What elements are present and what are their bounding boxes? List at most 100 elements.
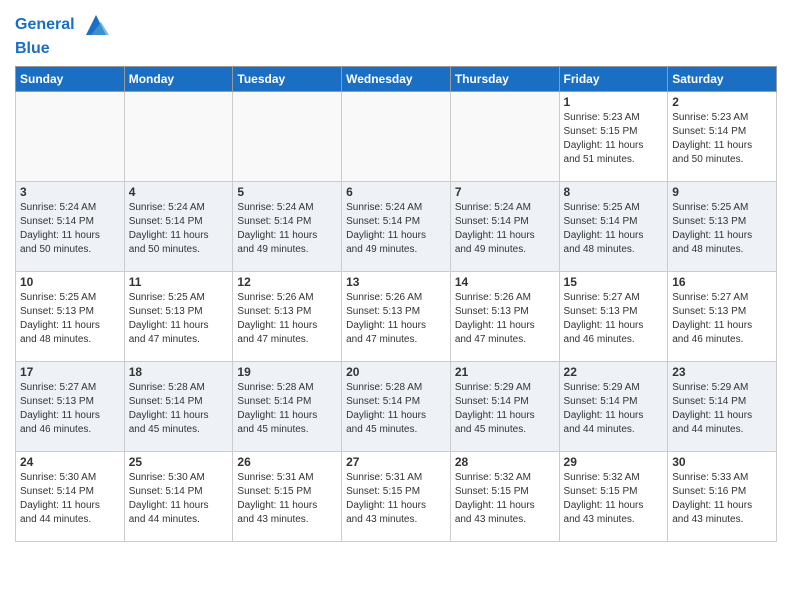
col-header-thursday: Thursday (450, 66, 559, 91)
day-info: Sunrise: 5:23 AM Sunset: 5:14 PM Dayligh… (672, 111, 772, 167)
day-info: Sunrise: 5:33 AM Sunset: 5:16 PM Dayligh… (672, 471, 772, 527)
calendar-cell (16, 91, 125, 181)
calendar-cell: 7Sunrise: 5:24 AM Sunset: 5:14 PM Daylig… (450, 181, 559, 271)
logo-text: General (15, 10, 111, 40)
day-number: 14 (455, 275, 555, 289)
day-info: Sunrise: 5:25 AM Sunset: 5:13 PM Dayligh… (20, 291, 120, 347)
calendar-cell: 27 Sunrise: 5:31 AM Sunset: 5:15 PM Dayli… (342, 451, 451, 541)
day-info: Sunrise: 5:25 AM Sunset: 5:14 PM Dayligh… (564, 201, 664, 257)
day-number: 26 (237, 455, 337, 469)
calendar-cell: 19 Sunrise: 5:28 AM Sunset: 5:14 PM Dayli… (233, 361, 342, 451)
day-number: 24 (20, 455, 120, 469)
day-info: Sunrise: 5:29 AM Sunset: 5:14 PM Dayligh… (455, 381, 555, 437)
day-number: 28 (455, 455, 555, 469)
day-number: 8 (564, 185, 664, 199)
calendar-cell: 20 Sunrise: 5:28 AM Sunset: 5:14 PM Dayli… (342, 361, 451, 451)
day-number: 29 (564, 455, 664, 469)
calendar-cell: 3 Sunrise: 5:24 AM Sunset: 5:14 PM Daylig… (16, 181, 125, 271)
calendar-cell: 22Sunrise: 5:29 AM Sunset: 5:14 PM Dayli… (559, 361, 668, 451)
week-row-1: 1Sunrise: 5:23 AM Sunset: 5:15 PM Daylig… (16, 91, 777, 181)
calendar-cell: 30Sunrise: 5:33 AM Sunset: 5:16 PM Dayli… (668, 451, 777, 541)
day-info: Sunrise: 5:28 AM Sunset: 5:14 PM Dayligh… (237, 381, 337, 437)
calendar-cell: 18 Sunrise: 5:28 AM Sunset: 5:14 PM Dayli… (124, 361, 233, 451)
calendar-cell: 4 Sunrise: 5:24 AM Sunset: 5:14 PM Daylig… (124, 181, 233, 271)
day-number: 21 (455, 365, 555, 379)
calendar-cell: 25 Sunrise: 5:30 AM Sunset: 5:14 PM Dayli… (124, 451, 233, 541)
day-number: 2 (672, 95, 772, 109)
day-number: 10 (20, 275, 120, 289)
calendar-cell: 15 Sunrise: 5:27 AM Sunset: 5:13 PM Dayli… (559, 271, 668, 361)
week-row-5: 24 Sunrise: 5:30 AM Sunset: 5:14 PM Dayli… (16, 451, 777, 541)
day-info: Sunrise: 5:24 AM Sunset: 5:14 PM Dayligh… (129, 201, 229, 257)
day-info: Sunrise: 5:27 AM Sunset: 5:13 PM Dayligh… (20, 381, 120, 437)
day-number: 12 (237, 275, 337, 289)
calendar-cell: 13 Sunrise: 5:26 AM Sunset: 5:13 PM Dayli… (342, 271, 451, 361)
col-header-sunday: Sunday (16, 66, 125, 91)
logo-blue: Blue (15, 40, 111, 58)
calendar-cell (450, 91, 559, 181)
calendar-cell (124, 91, 233, 181)
day-number: 15 (564, 275, 664, 289)
day-info: Sunrise: 5:26 AM Sunset: 5:13 PM Dayligh… (237, 291, 337, 347)
day-info: Sunrise: 5:30 AM Sunset: 5:14 PM Dayligh… (129, 471, 229, 527)
calendar-cell: 21 Sunrise: 5:29 AM Sunset: 5:14 PM Dayli… (450, 361, 559, 451)
col-header-tuesday: Tuesday (233, 66, 342, 91)
calendar-cell (342, 91, 451, 181)
day-info: Sunrise: 5:24 AM Sunset: 5:14 PM Dayligh… (455, 201, 555, 257)
day-number: 19 (237, 365, 337, 379)
calendar-cell: 10 Sunrise: 5:25 AM Sunset: 5:13 PM Dayli… (16, 271, 125, 361)
col-header-saturday: Saturday (668, 66, 777, 91)
calendar-cell: 17 Sunrise: 5:27 AM Sunset: 5:13 PM Dayli… (16, 361, 125, 451)
day-info: Sunrise: 5:32 AM Sunset: 5:15 PM Dayligh… (455, 471, 555, 527)
col-header-wednesday: Wednesday (342, 66, 451, 91)
day-info: Sunrise: 5:32 AM Sunset: 5:15 PM Dayligh… (564, 471, 664, 527)
day-number: 1 (564, 95, 664, 109)
col-header-friday: Friday (559, 66, 668, 91)
calendar-table: SundayMondayTuesdayWednesdayThursdayFrid… (15, 66, 777, 542)
day-info: Sunrise: 5:26 AM Sunset: 5:13 PM Dayligh… (455, 291, 555, 347)
col-header-monday: Monday (124, 66, 233, 91)
logo-general: General (15, 16, 75, 33)
day-info: Sunrise: 5:27 AM Sunset: 5:13 PM Dayligh… (672, 291, 772, 347)
calendar-cell: 6Sunrise: 5:24 AM Sunset: 5:14 PM Daylig… (342, 181, 451, 271)
calendar-cell: 14 Sunrise: 5:26 AM Sunset: 5:13 PM Dayli… (450, 271, 559, 361)
day-number: 3 (20, 185, 120, 199)
day-number: 20 (346, 365, 446, 379)
calendar-cell (233, 91, 342, 181)
calendar-cell: 16Sunrise: 5:27 AM Sunset: 5:13 PM Dayli… (668, 271, 777, 361)
calendar-cell: 24Sunrise: 5:30 AM Sunset: 5:14 PM Dayli… (16, 451, 125, 541)
day-number: 27 (346, 455, 446, 469)
calendar-cell: 8 Sunrise: 5:25 AM Sunset: 5:14 PM Daylig… (559, 181, 668, 271)
day-number: 13 (346, 275, 446, 289)
day-info: Sunrise: 5:26 AM Sunset: 5:13 PM Dayligh… (346, 291, 446, 347)
calendar-cell: 12 Sunrise: 5:26 AM Sunset: 5:13 PM Dayli… (233, 271, 342, 361)
day-info: Sunrise: 5:29 AM Sunset: 5:14 PM Dayligh… (564, 381, 664, 437)
week-row-4: 17 Sunrise: 5:27 AM Sunset: 5:13 PM Dayli… (16, 361, 777, 451)
day-info: Sunrise: 5:27 AM Sunset: 5:13 PM Dayligh… (564, 291, 664, 347)
page: General Blue SundayMondayTuesdayWednesda… (0, 0, 792, 612)
header: General Blue (15, 10, 777, 58)
calendar-cell: 28 Sunrise: 5:32 AM Sunset: 5:15 PM Dayli… (450, 451, 559, 541)
calendar-cell: 5Sunrise: 5:24 AM Sunset: 5:14 PM Daylig… (233, 181, 342, 271)
day-info: Sunrise: 5:24 AM Sunset: 5:14 PM Dayligh… (237, 201, 337, 257)
day-info: Sunrise: 5:25 AM Sunset: 5:13 PM Dayligh… (129, 291, 229, 347)
day-number: 17 (20, 365, 120, 379)
calendar-cell: 9Sunrise: 5:25 AM Sunset: 5:13 PM Daylig… (668, 181, 777, 271)
day-info: Sunrise: 5:28 AM Sunset: 5:14 PM Dayligh… (129, 381, 229, 437)
day-info: Sunrise: 5:31 AM Sunset: 5:15 PM Dayligh… (346, 471, 446, 527)
calendar-cell: 2 Sunrise: 5:23 AM Sunset: 5:14 PM Daylig… (668, 91, 777, 181)
day-number: 25 (129, 455, 229, 469)
logo-blue-text: Blue (15, 40, 50, 57)
calendar-cell: 23Sunrise: 5:29 AM Sunset: 5:14 PM Dayli… (668, 361, 777, 451)
day-info: Sunrise: 5:24 AM Sunset: 5:14 PM Dayligh… (20, 201, 120, 257)
day-info: Sunrise: 5:28 AM Sunset: 5:14 PM Dayligh… (346, 381, 446, 437)
day-number: 11 (129, 275, 229, 289)
calendar-cell: 29 Sunrise: 5:32 AM Sunset: 5:15 PM Dayli… (559, 451, 668, 541)
calendar-cell: 1Sunrise: 5:23 AM Sunset: 5:15 PM Daylig… (559, 91, 668, 181)
day-number: 4 (129, 185, 229, 199)
calendar-cell: 11 Sunrise: 5:25 AM Sunset: 5:13 PM Dayli… (124, 271, 233, 361)
day-number: 23 (672, 365, 772, 379)
day-number: 18 (129, 365, 229, 379)
day-number: 6 (346, 185, 446, 199)
calendar-cell: 26Sunrise: 5:31 AM Sunset: 5:15 PM Dayli… (233, 451, 342, 541)
